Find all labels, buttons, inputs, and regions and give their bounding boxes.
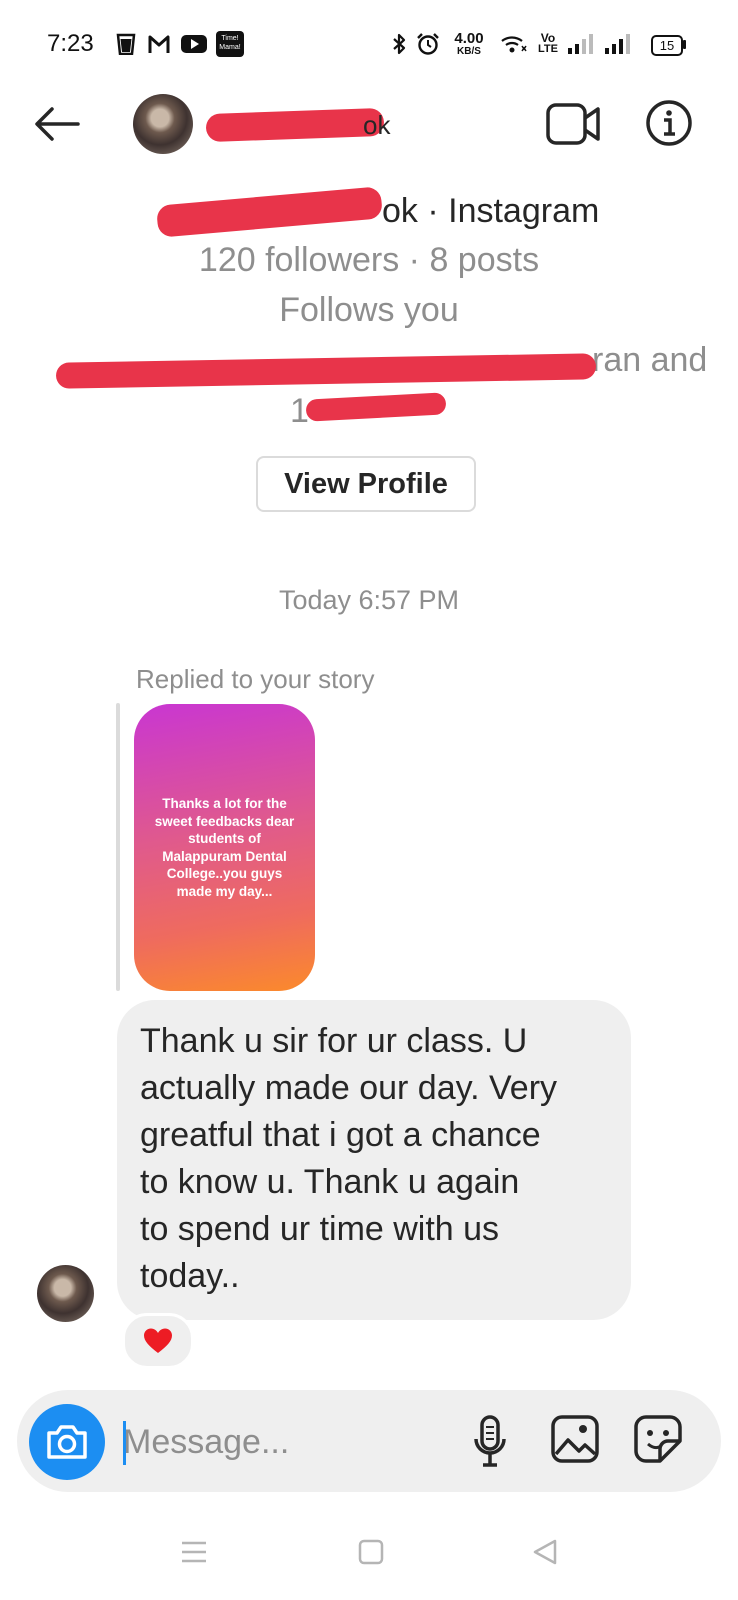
profile-mutual-line1: ran and bbox=[592, 341, 708, 379]
gallery-icon[interactable] bbox=[550, 1414, 600, 1464]
youtube-icon bbox=[181, 35, 207, 53]
sticker-icon[interactable] bbox=[633, 1414, 683, 1464]
profile-stats: 120 followers · 8 posts bbox=[198, 241, 540, 279]
view-profile-button[interactable]: View Profile bbox=[256, 456, 476, 512]
glass-icon bbox=[116, 33, 136, 55]
network-speed-unit: KB/S bbox=[457, 46, 481, 57]
wifi-icon bbox=[501, 36, 527, 53]
text-caret bbox=[123, 1421, 126, 1465]
header-username[interactable]: ok bbox=[363, 110, 390, 141]
gmail-icon bbox=[148, 35, 170, 53]
signal-icon bbox=[568, 34, 630, 54]
bluetooth-icon bbox=[393, 33, 406, 55]
menu-icon[interactable] bbox=[180, 1538, 208, 1566]
reply-quote-bar bbox=[116, 703, 120, 991]
redaction-mutual-2 bbox=[305, 392, 447, 422]
back-arrow-icon[interactable] bbox=[32, 104, 82, 144]
profile-name-instagram: ok · Instagram bbox=[382, 192, 600, 230]
microphone-icon[interactable] bbox=[474, 1415, 506, 1469]
redaction-profile-name bbox=[156, 186, 383, 238]
volte-indicator: Vo LTE bbox=[538, 31, 558, 55]
heart-icon bbox=[144, 1328, 172, 1353]
status-time: 7:23 bbox=[47, 30, 94, 57]
message-input[interactable] bbox=[123, 1418, 453, 1466]
home-icon[interactable] bbox=[357, 1538, 385, 1566]
profile-follows-you: Follows you bbox=[279, 291, 459, 329]
message-bubble[interactable]: Thank u sir for ur class. U actually mad… bbox=[117, 1000, 631, 1320]
info-icon[interactable] bbox=[644, 98, 694, 148]
back-icon[interactable] bbox=[531, 1538, 559, 1566]
header-avatar[interactable] bbox=[133, 94, 193, 154]
alarm-icon bbox=[417, 33, 439, 55]
story-text: Thanks a lot for the sweet feedbacks dea… bbox=[154, 796, 295, 899]
message-text: Thank u sir for ur class. U actually mad… bbox=[140, 1022, 558, 1295]
redaction-username bbox=[205, 107, 385, 143]
sender-avatar[interactable] bbox=[37, 1265, 94, 1322]
camera-button[interactable] bbox=[29, 1404, 105, 1480]
video-call-icon[interactable] bbox=[546, 100, 602, 148]
heart-reaction[interactable] bbox=[122, 1313, 194, 1369]
timer-app-icon: Time! Mama! bbox=[216, 31, 244, 57]
message-timestamp: Today 6:57 PM bbox=[278, 585, 460, 615]
story-reply-label: Replied to your story bbox=[136, 664, 375, 694]
battery-icon: 15 bbox=[651, 35, 683, 56]
story-preview[interactable]: Thanks a lot for the sweet feedbacks dea… bbox=[134, 704, 315, 991]
redaction-mutual-1 bbox=[55, 353, 597, 389]
network-speed-value: 4.00 bbox=[454, 30, 484, 47]
camera-icon bbox=[47, 1425, 87, 1459]
